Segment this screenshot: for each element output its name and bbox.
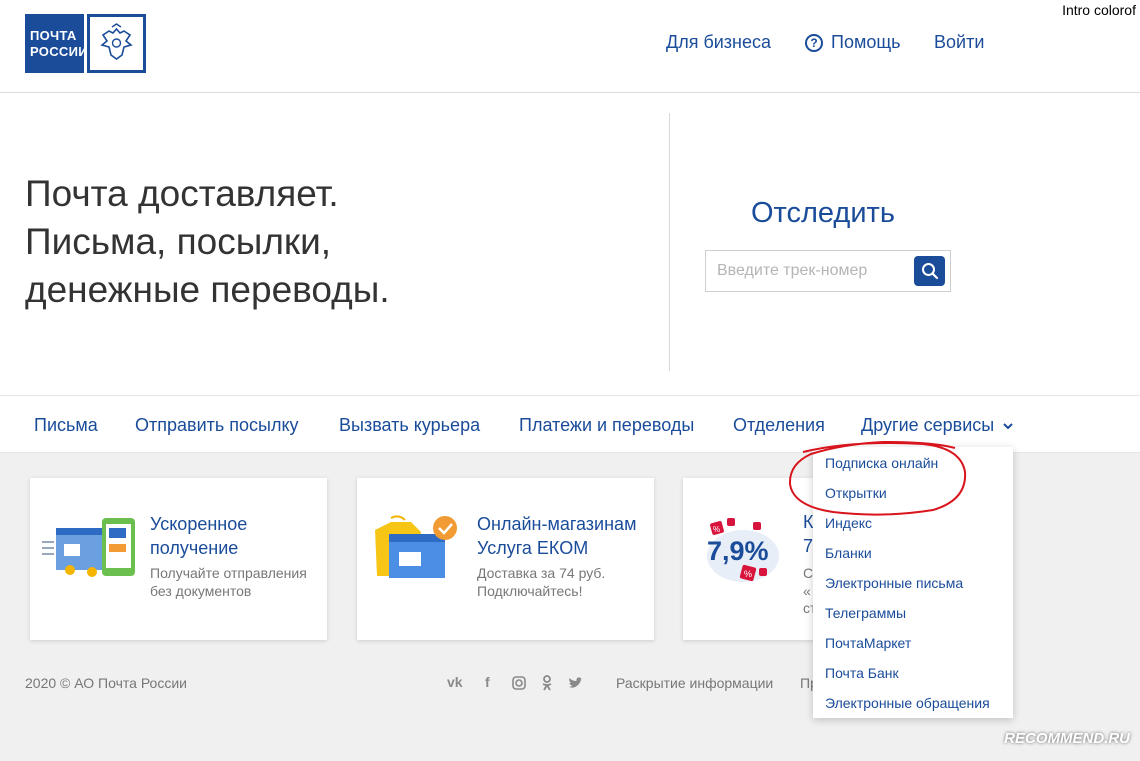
dropdown-item-pochta-bank[interactable]: Почта Банк xyxy=(825,665,899,681)
disclosure-link[interactable]: Раскрытие информации xyxy=(616,675,773,691)
promo-card-fast-pickup[interactable]: Ускоренное получение Получайте отправлен… xyxy=(30,478,327,640)
dropdown-item-e-appeals[interactable]: Электронные обращения xyxy=(825,695,990,711)
odnoklassniki-icon[interactable] xyxy=(541,675,553,691)
shopping-box-icon xyxy=(375,515,457,578)
dropdown-item-telegrams[interactable]: Телеграммы xyxy=(825,605,906,621)
dropdown-item-email-letters[interactable]: Электронные письма xyxy=(825,575,963,591)
help-link[interactable]: ? Помощь xyxy=(805,32,901,53)
card-subtitle: Доставка за 74 руб. Подключайтесь! xyxy=(477,565,606,599)
nav-other-services-label: Другие сервисы xyxy=(861,415,995,435)
tracking-title: Отследить xyxy=(751,197,895,229)
svg-text:%: % xyxy=(713,525,720,534)
promo-card-ecom[interactable]: Онлайн-магазинам Услуга ЕКОМ Доставка за… xyxy=(357,478,654,640)
tracking-input[interactable] xyxy=(706,251,911,291)
tracking-form xyxy=(705,250,951,292)
logo-line2: РОССИИ xyxy=(30,43,88,59)
eagle-emblem-icon[interactable] xyxy=(87,14,146,73)
watermark: RECOMMEND.RU xyxy=(1004,730,1130,747)
card-title: Онлайн-магазинам Услуга ЕКОМ xyxy=(477,514,637,558)
twitter-icon[interactable] xyxy=(568,677,583,689)
overlay-label: Intro colorof xyxy=(1062,2,1136,18)
dropdown-item-pochtamarket[interactable]: ПочтаМаркет xyxy=(825,635,911,651)
dropdown-item-forms[interactable]: Бланки xyxy=(825,545,872,561)
help-label: Помощь xyxy=(831,32,901,52)
card-subtitle: Получайте отправления без документов xyxy=(150,565,307,599)
card-sub-partial-2: « xyxy=(803,583,811,599)
logo-line1: ПОЧТА xyxy=(30,27,77,43)
instagram-icon[interactable] xyxy=(512,676,526,690)
nav-letters[interactable]: Письма xyxy=(34,415,98,436)
logo[interactable]: ПОЧТА РОССИИ xyxy=(25,14,88,73)
nav-call-courier[interactable]: Вызвать курьера xyxy=(339,415,480,436)
nav-other-services[interactable]: Другие сервисы xyxy=(861,415,1014,436)
card-title: Ускоренное получение xyxy=(150,514,248,558)
site-header: ПОЧТА РОССИИ Intro colorof Для бизнеса ?… xyxy=(0,0,1140,93)
hero-line-1: Почта доставляет. xyxy=(25,173,339,214)
annotation-ellipse xyxy=(788,440,967,516)
search-icon xyxy=(921,263,938,280)
login-link[interactable]: Войти xyxy=(934,32,984,53)
phone-parcel-icon xyxy=(42,518,135,577)
svg-text:%: % xyxy=(744,569,752,579)
nav-send-parcel[interactable]: Отправить посылку xyxy=(135,415,299,436)
hero-section: Почта доставляет. Письма, посылки, денеж… xyxy=(0,93,1140,395)
facebook-icon[interactable]: f xyxy=(485,674,490,690)
card-line2-partial: 7 xyxy=(803,536,814,556)
hero-line-2: Письма, посылки, xyxy=(25,221,332,262)
card-sub-partial-1: С xyxy=(803,565,814,581)
business-link[interactable]: Для бизнеса xyxy=(666,32,771,53)
hero-line-3: денежные переводы. xyxy=(25,269,390,310)
search-button[interactable] xyxy=(914,256,945,286)
nav-payments[interactable]: Платежи и переводы xyxy=(519,415,694,436)
divider xyxy=(669,113,670,371)
chevron-down-icon xyxy=(1003,423,1013,430)
nav-offices[interactable]: Отделения xyxy=(733,415,825,436)
vk-icon[interactable]: vk xyxy=(447,674,463,690)
help-icon: ? xyxy=(805,33,823,52)
rate-badge: 7,9% xyxy=(707,536,769,566)
page: ПОЧТА РОССИИ Intro colorof Для бизнеса ?… xyxy=(0,0,1140,761)
copyright: 2020 © АО Почта России xyxy=(25,675,187,691)
